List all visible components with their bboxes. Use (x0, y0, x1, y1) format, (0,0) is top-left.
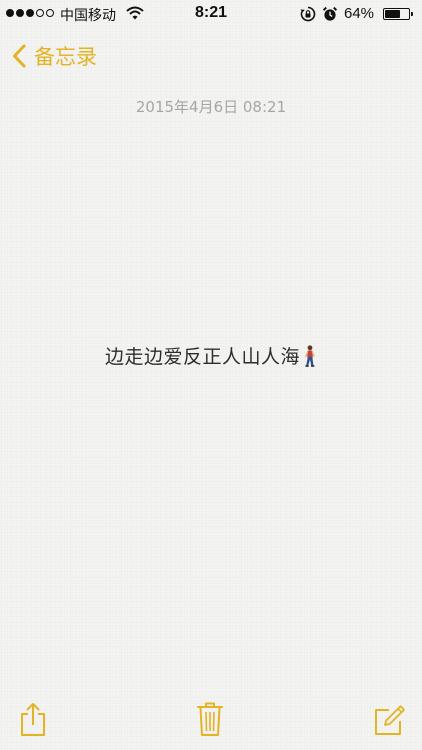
compose-button[interactable] (373, 701, 407, 741)
trash-icon (195, 701, 225, 742)
note-text: 边走边爱反正人山人海 (104, 346, 300, 368)
delete-button[interactable] (193, 701, 227, 741)
share-button[interactable] (16, 701, 50, 741)
note-body[interactable]: 边走边爱反正人山人海 (0, 342, 422, 372)
share-icon (18, 701, 48, 742)
rotation-lock-icon (300, 6, 316, 22)
alarm-icon (322, 6, 338, 22)
battery-percent: 64% (344, 5, 375, 22)
note-date: 2015年4月6日 08:21 (135, 98, 287, 116)
back-button[interactable]: 备忘录 (12, 40, 97, 72)
back-label: 备忘录 (34, 45, 97, 69)
walking-person-icon (303, 345, 317, 372)
compose-icon (373, 701, 407, 742)
chevron-left-icon (12, 44, 26, 68)
battery-icon (383, 8, 413, 20)
status-bar: 中国移动 8:21 64% (0, 0, 422, 28)
